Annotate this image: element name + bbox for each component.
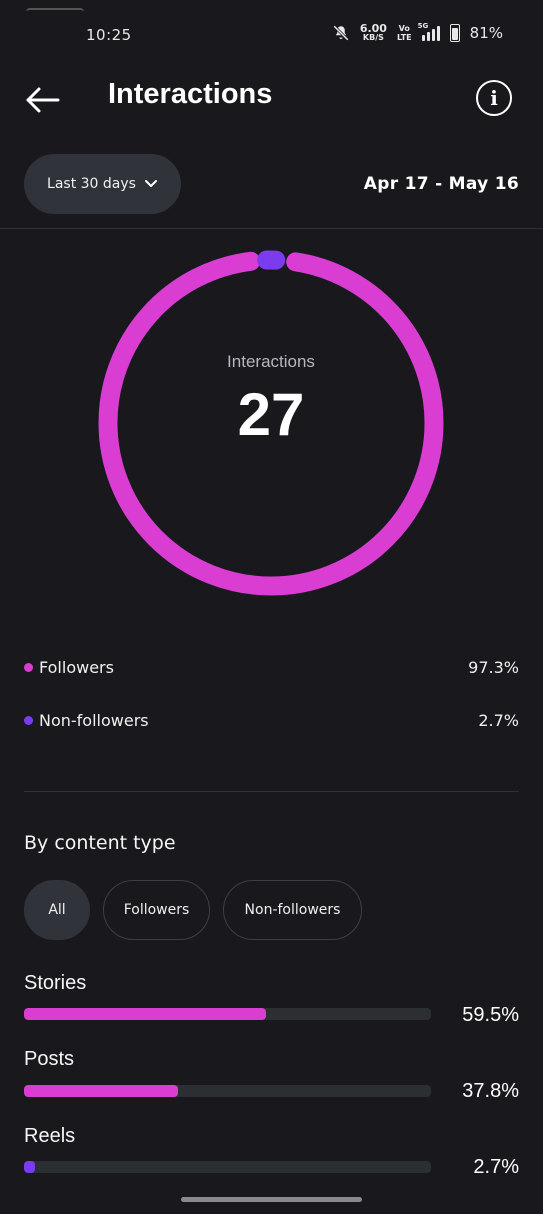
legend-label: Non-followers bbox=[39, 711, 149, 730]
filter-chip-label: All bbox=[48, 902, 66, 918]
info-button[interactable]: i bbox=[476, 80, 512, 116]
signal-strength-icon: 5G bbox=[418, 22, 440, 41]
info-icon: i bbox=[490, 86, 498, 110]
network-type: 5G bbox=[417, 22, 429, 30]
network-speed: 6.00 KB/S bbox=[359, 22, 387, 42]
divider bbox=[24, 791, 519, 792]
legend-item-non-followers: Non-followers 2.7% bbox=[24, 711, 519, 730]
legend-percentage: 2.7% bbox=[478, 711, 519, 730]
posts-bar-fill bbox=[24, 1085, 178, 1097]
stories-bar-track bbox=[24, 1008, 431, 1020]
non-followers-dot bbox=[24, 716, 33, 725]
page-title: Interactions bbox=[108, 78, 273, 110]
metric-label-reels: Reels bbox=[24, 1125, 76, 1147]
metric-label-stories: Stories bbox=[24, 972, 87, 994]
date-range-text: Apr 17 - May 16 bbox=[363, 174, 519, 194]
volte-indicator: Vo LTE bbox=[397, 24, 412, 42]
status-icons: 6.00 KB/S Vo LTE 5G 81% bbox=[332, 22, 503, 42]
divider bbox=[0, 228, 543, 229]
volte-top: Vo bbox=[398, 24, 410, 33]
stories-bar-fill bbox=[24, 1008, 267, 1020]
notifications-muted-icon bbox=[333, 25, 349, 41]
legend-item-followers: Followers 97.3% bbox=[24, 658, 519, 677]
filter-chip-non-followers[interactable]: Non-followers bbox=[223, 880, 362, 940]
filter-chip-all[interactable]: All bbox=[24, 880, 90, 940]
metric-pct-stories: 59.5% bbox=[462, 1004, 519, 1026]
status-time: 10:25 bbox=[86, 26, 132, 44]
reels-bar-track bbox=[24, 1161, 431, 1173]
donut-label: Interactions bbox=[227, 352, 315, 371]
filter-chip-label: Followers bbox=[123, 902, 190, 918]
network-speed-value: 6.00 bbox=[359, 22, 387, 35]
battery-level: 81% bbox=[469, 24, 503, 42]
filter-chip-label: Non-followers bbox=[244, 902, 341, 918]
posts-bar-track bbox=[24, 1085, 431, 1097]
metric-label-posts: Posts bbox=[24, 1048, 75, 1070]
home-indicator[interactable] bbox=[181, 1197, 362, 1202]
status-bar-top-edge bbox=[26, 8, 84, 16]
arrow-left-icon bbox=[26, 87, 60, 113]
date-range-dropdown[interactable]: Last 30 days bbox=[24, 154, 181, 214]
filter-chip-followers[interactable]: Followers bbox=[103, 880, 210, 940]
metric-pct-posts: 37.8% bbox=[462, 1080, 519, 1102]
network-speed-unit: KB/S bbox=[362, 33, 384, 42]
followers-dot bbox=[24, 663, 33, 672]
back-button[interactable] bbox=[22, 80, 62, 120]
volte-bottom: LTE bbox=[396, 33, 412, 42]
metric-pct-reels: 2.7% bbox=[473, 1156, 519, 1178]
chevron-down-icon bbox=[144, 180, 157, 187]
battery-icon bbox=[449, 24, 460, 42]
legend-label: Followers bbox=[39, 658, 114, 677]
date-range-dropdown-label: Last 30 days bbox=[47, 176, 136, 192]
section-title: By content type bbox=[24, 832, 176, 854]
legend-percentage: 97.3% bbox=[468, 658, 519, 677]
reels-bar-fill bbox=[24, 1161, 35, 1173]
interactions-total: 27 bbox=[237, 381, 305, 448]
